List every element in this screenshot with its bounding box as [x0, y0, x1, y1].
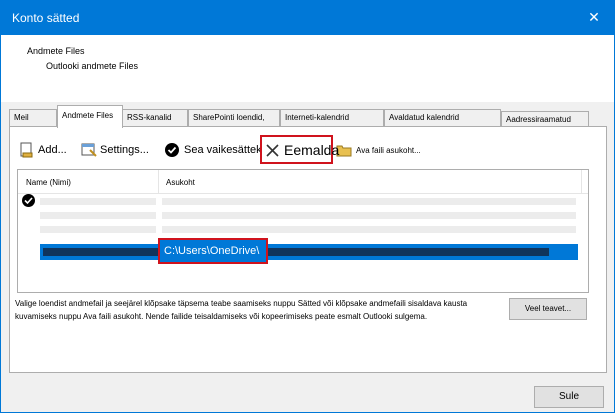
data-files-list[interactable]: Name (Nimi) Asukoht C:\Users\OneDrive\ [17, 169, 589, 293]
help-description: Valige loendist andmefail ja seejärel kl… [15, 299, 468, 321]
column-divider [581, 170, 582, 194]
list-header: Name (Nimi) Asukoht [18, 170, 588, 194]
dialog-header: Andmete Files Outlooki andmete Files [1, 35, 614, 102]
remove-label: Eemalda [284, 141, 340, 158]
title-bar: Konto sätted ✕ [1, 1, 614, 35]
checkmark-circle-icon [164, 141, 182, 159]
tab-strip: Meil Andmete Files RSS-kanalid SharePoin… [9, 105, 609, 129]
account-settings-dialog: Konto sätted ✕ Andmete Files Outlooki an… [0, 0, 615, 413]
column-header-location[interactable]: Asukoht [166, 178, 195, 187]
settings-icon [80, 141, 98, 159]
close-button[interactable]: Sule [534, 386, 604, 408]
add-button[interactable]: Add... [18, 139, 67, 161]
header-subtitle: Outlooki andmete Files [46, 61, 139, 71]
remove-button[interactable]: Eemalda [260, 135, 339, 164]
settings-label: Settings... [100, 144, 149, 156]
tab-published-calendars[interactable]: Avaldatud kalendrid [384, 109, 501, 127]
list-item[interactable] [18, 212, 588, 224]
open-location-label: Ava faili asukoht... [356, 145, 421, 155]
header-title: Andmete Files [27, 46, 85, 56]
add-label: Add... [38, 144, 67, 156]
close-icon[interactable]: ✕ [584, 7, 604, 27]
tab-sharepoint-lists[interactable]: SharePointi loendid, [188, 109, 280, 127]
selected-path-text: C:\Users\OneDrive\ [164, 245, 260, 257]
selected-file-path: C:\Users\OneDrive\ [158, 238, 268, 264]
delete-x-icon [264, 141, 282, 159]
column-header-name[interactable]: Name (Nimi) [26, 178, 71, 187]
tab-internet-calendars[interactable]: Interneti-kalendrid [280, 109, 384, 127]
selected-list-item[interactable] [40, 244, 578, 260]
tab-mail[interactable]: Meil [9, 109, 57, 127]
set-default-label: Sea vaikesätteks [184, 144, 268, 156]
list-item[interactable] [18, 226, 588, 238]
set-default-button[interactable]: Sea vaikesätteks [164, 139, 267, 161]
tab-rss-feeds[interactable]: RSS-kanalid [122, 109, 188, 127]
list-item[interactable] [18, 198, 588, 210]
more-info-button[interactable]: Veel teavet... [509, 298, 587, 320]
window-title: Konto sätted [12, 11, 80, 25]
add-file-icon [18, 141, 36, 159]
column-divider [158, 170, 159, 194]
settings-button[interactable]: Settings... [80, 139, 149, 161]
tab-data-files[interactable]: Andmete Files [57, 105, 123, 128]
open-file-location-button[interactable]: Ava faili asukoht... [336, 139, 421, 161]
